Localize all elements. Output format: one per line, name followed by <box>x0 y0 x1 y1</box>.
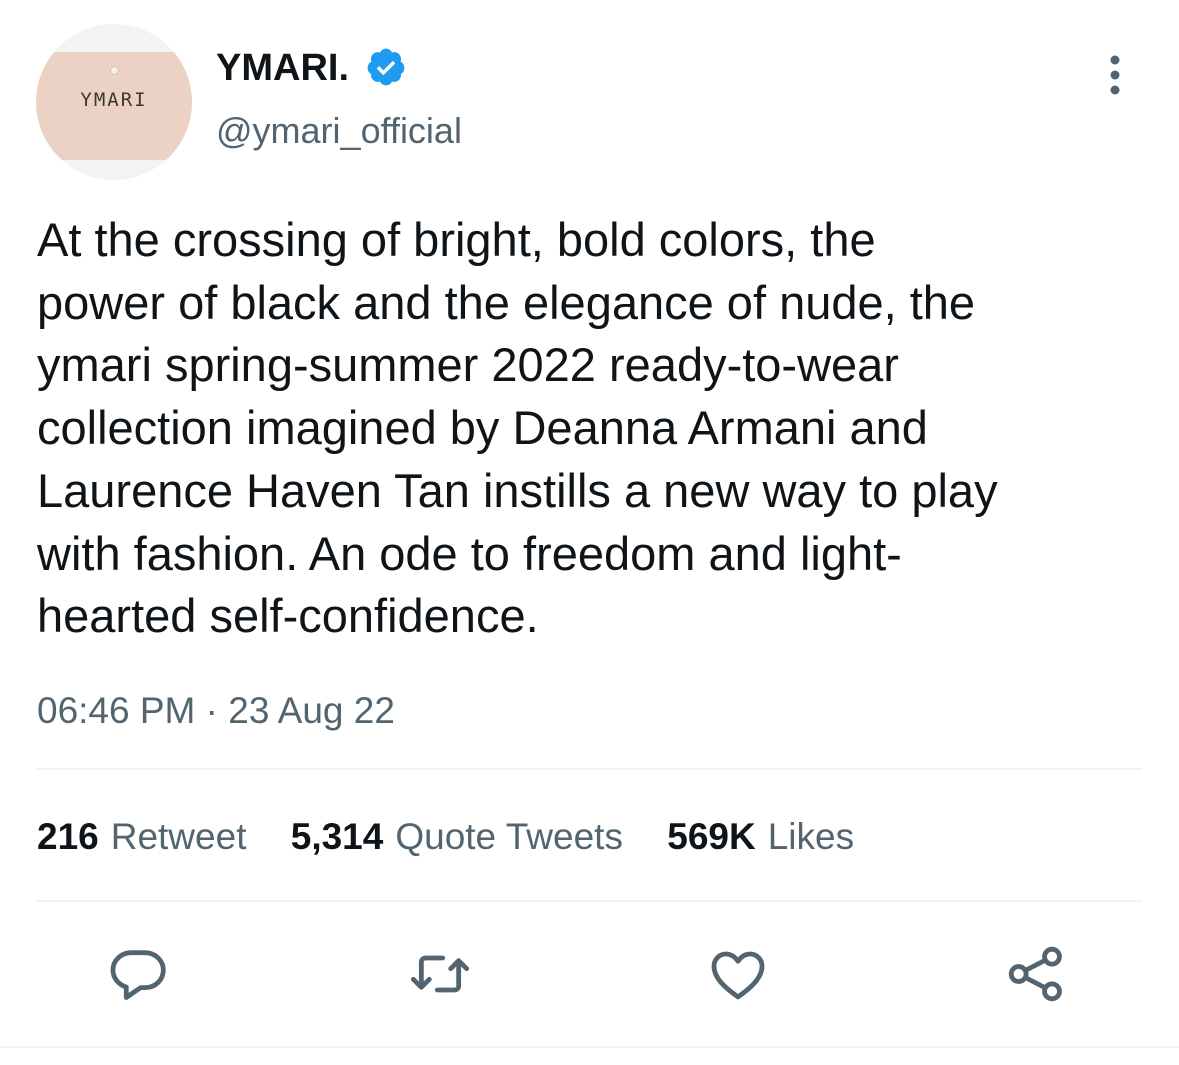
quote-tweets-count: 5,314 <box>290 816 384 857</box>
avatar[interactable]: YMARI <box>36 24 192 180</box>
tweet-text: At the crossing of bright, bold colors, … <box>37 209 1147 648</box>
likes-label: Likes <box>767 816 855 857</box>
reply-icon <box>110 950 166 1000</box>
divider <box>0 1046 1179 1048</box>
more-vertical-icon <box>1110 55 1120 95</box>
likes-stat[interactable]: 569K Likes <box>667 813 854 861</box>
tweet-text-line: with fashion. An ode to freedom and ligh… <box>37 526 902 580</box>
engagement-stats: 216 Retweet 5,314 Quote Tweets 569K Likes <box>37 813 888 861</box>
tweet-text-line: At the crossing of bright, bold colors, … <box>37 213 876 266</box>
retweets-stat[interactable]: 216 Retweet <box>37 813 246 861</box>
avatar-tag-hole <box>110 66 119 75</box>
quote-tweets-stat[interactable]: 5,314 Quote Tweets <box>291 813 623 861</box>
divider <box>36 768 1142 770</box>
avatar-logo-text: YMARI <box>80 89 148 111</box>
quote-tweets-label: Quote Tweets <box>395 816 623 857</box>
retweets-count: 216 <box>37 816 99 857</box>
more-options-button[interactable] <box>1096 52 1134 98</box>
heart-icon <box>711 951 765 1000</box>
divider <box>36 900 1142 902</box>
tweet-text-line: Laurence Haven Tan instills a new way to… <box>37 463 998 517</box>
tweet-date: 23 Aug 22 <box>228 690 395 731</box>
tweet-text-line: power of black and the elegance of nude,… <box>37 275 976 329</box>
like-button[interactable] <box>706 942 770 1006</box>
likes-count: 569K <box>667 816 756 857</box>
share-button[interactable] <box>1004 942 1068 1006</box>
share-icon <box>1008 946 1062 1002</box>
retweet-button[interactable] <box>408 942 472 1006</box>
retweet-icon <box>410 955 470 993</box>
tweet-text-line: collection imagined by Deanna Armani and <box>37 401 928 455</box>
retweets-label: Retweet <box>110 816 247 857</box>
timestamp-separator: · <box>205 690 218 731</box>
tweet-time: 06:46 PM <box>37 690 196 731</box>
reply-button[interactable] <box>106 942 170 1006</box>
tweet-text-line: hearted self-confidence. <box>37 589 539 643</box>
tweet-timestamp[interactable]: 06:46 PM · 23 Aug 22 <box>37 688 395 734</box>
tweet-text-line: ymari spring-summer 2022 ready-to-wear <box>37 338 899 392</box>
user-handle[interactable]: @ymari_official <box>216 108 462 154</box>
display-name[interactable]: YMARI. <box>216 45 349 91</box>
verified-badge-icon <box>367 48 405 86</box>
